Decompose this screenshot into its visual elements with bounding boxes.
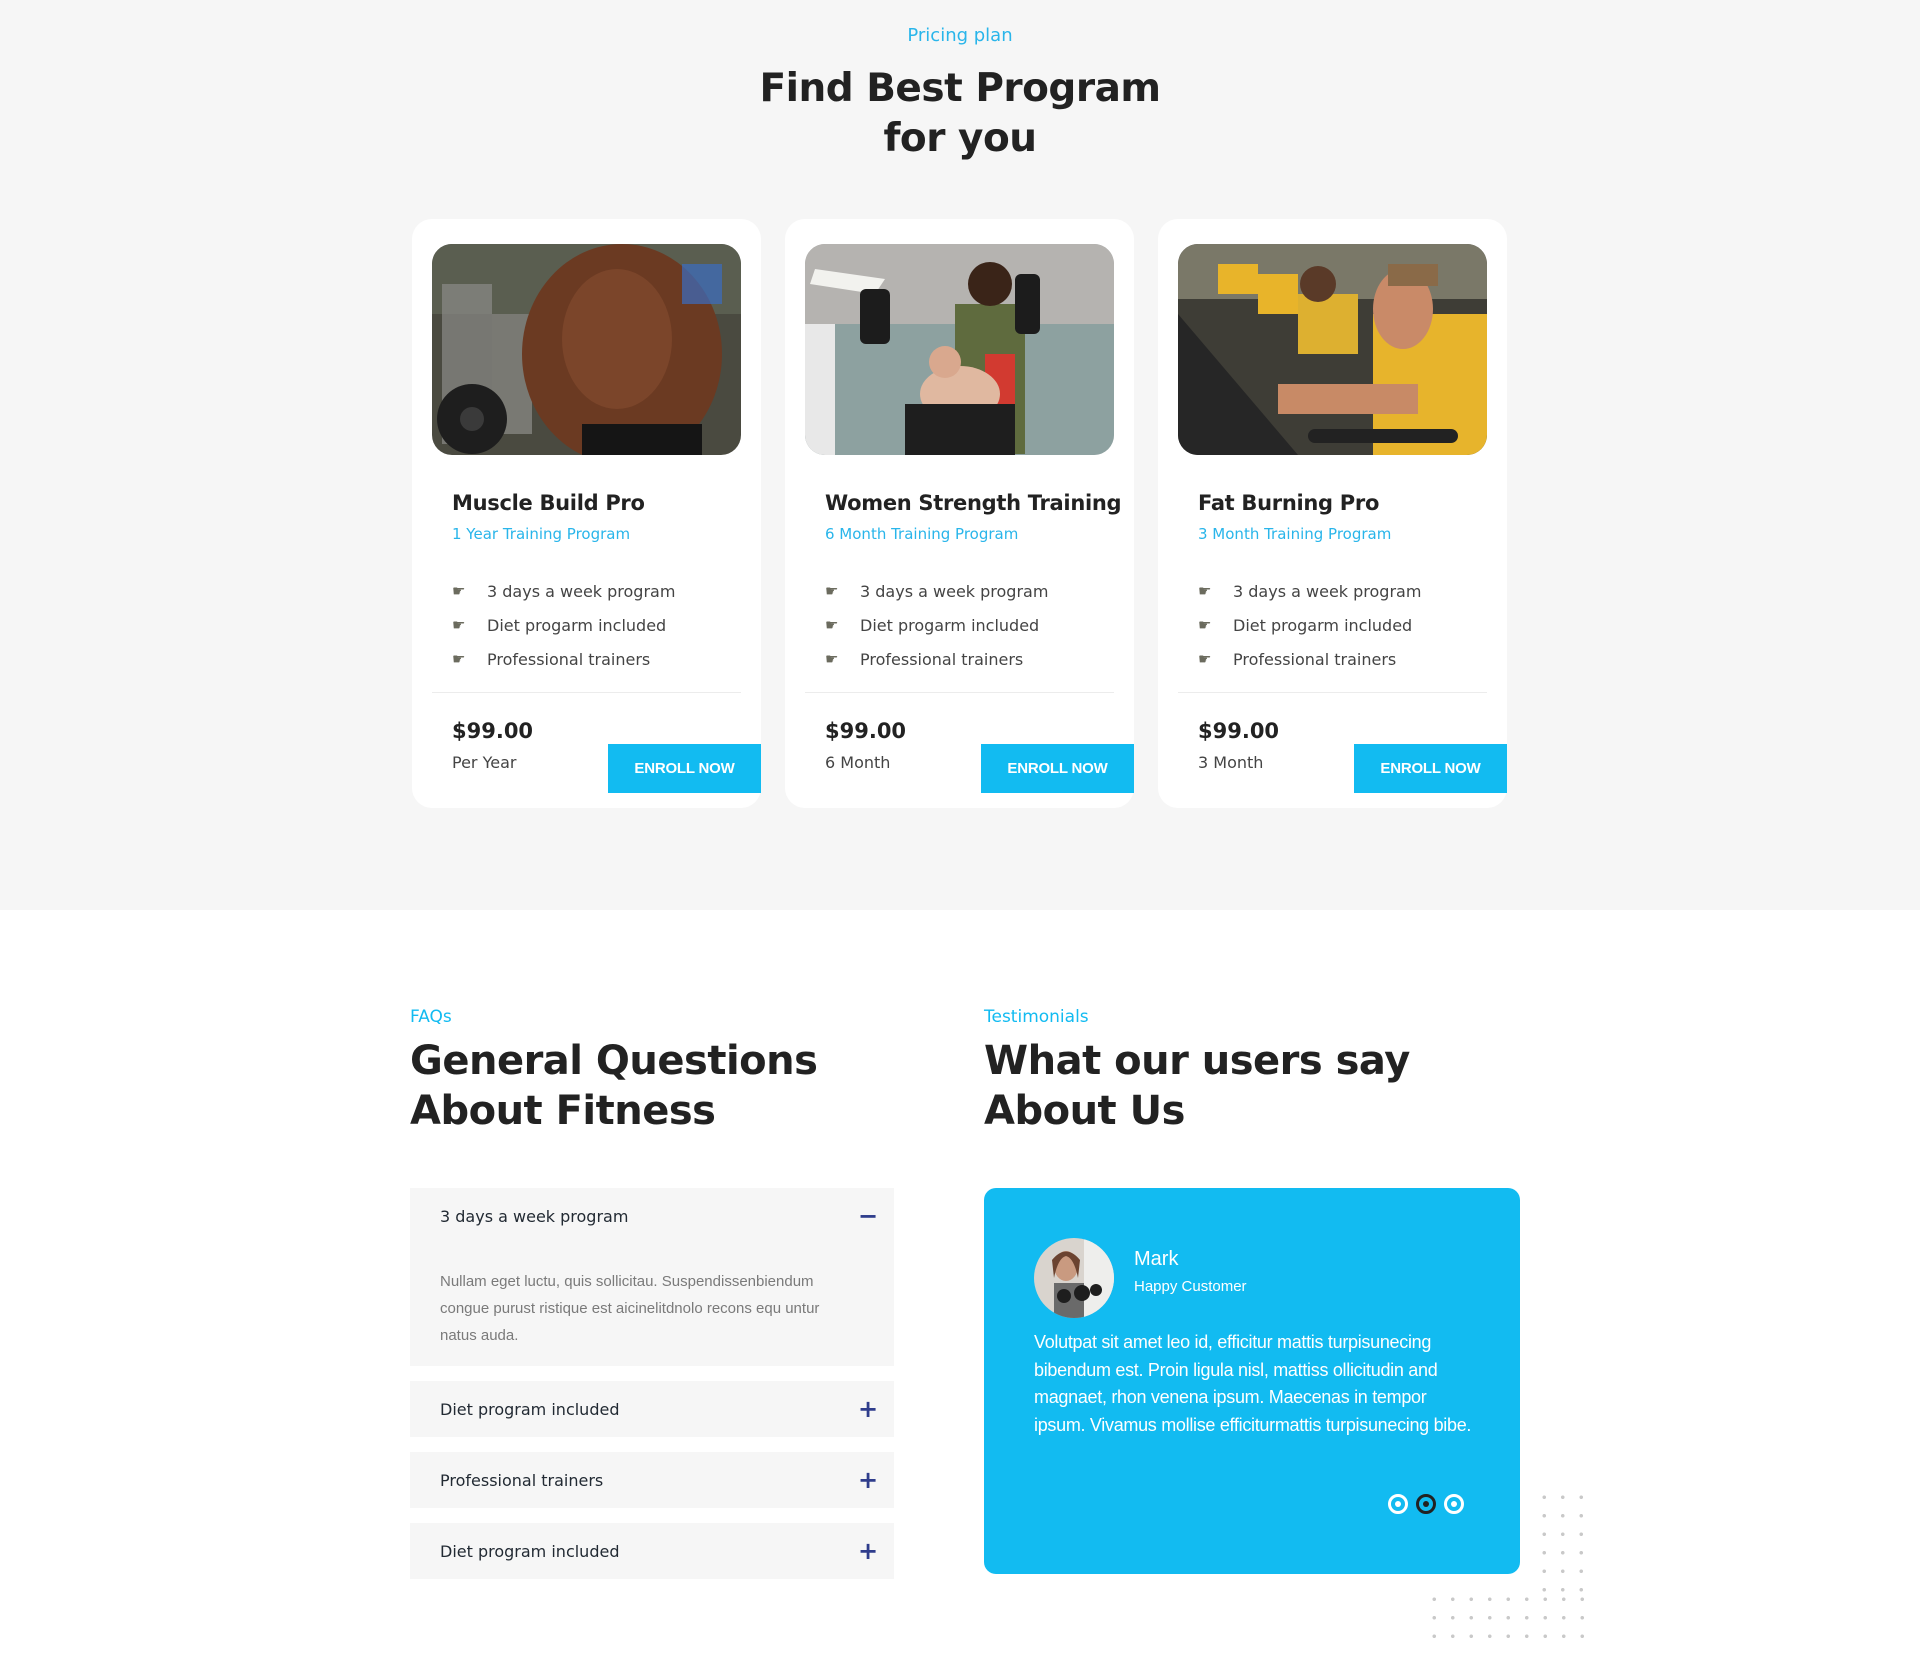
plan-image [1178, 244, 1487, 455]
pointing-hand-icon: ☛ [1198, 650, 1212, 668]
pointing-hand-icon: ☛ [452, 650, 466, 668]
faq-question[interactable]: Diet program included [440, 1381, 619, 1437]
faq-title-line-1: General Questions [410, 1038, 818, 1084]
testimonial-name: Mark [1134, 1248, 1179, 1270]
faq-question[interactable]: Professional trainers [440, 1452, 603, 1508]
pointing-hand-icon: ☛ [825, 650, 839, 668]
faq-item[interactable]: Professional trainers + [410, 1452, 894, 1508]
feature-item: ☛ 3 days a week program [825, 581, 1049, 601]
expand-plus-icon[interactable]: + [854, 1466, 882, 1494]
testimonial-role: Happy Customer [1134, 1278, 1247, 1295]
plan-period: Per Year [452, 753, 517, 772]
plan-period: 6 Month [825, 753, 891, 772]
plan-name: Fat Burning Pro [1198, 491, 1380, 515]
enroll-now-button[interactable]: ENROLL NOW [981, 744, 1134, 793]
plan-subtitle: 3 Month Training Program [1198, 525, 1392, 543]
pointing-hand-icon: ☛ [1198, 582, 1212, 600]
card-divider [805, 692, 1114, 693]
faq-item[interactable]: Diet program included + [410, 1381, 894, 1437]
testimonials-title-line-2: About Us [984, 1088, 1185, 1134]
plan-price: $99.00 [1198, 719, 1280, 743]
testimonials-title: What our users say About Us [984, 1036, 1410, 1136]
enroll-now-button[interactable]: ENROLL NOW [1354, 744, 1507, 793]
pointing-hand-icon: ☛ [452, 616, 466, 634]
slider-dot[interactable] [1444, 1494, 1464, 1514]
pricing-title-line-2: for you [883, 116, 1037, 161]
expand-plus-icon[interactable]: + [854, 1395, 882, 1423]
pricing-card: Fat Burning Pro 3 Month Training Program… [1158, 219, 1507, 808]
faq-answer: Nullam eget luctu, quis sollicitau. Susp… [440, 1273, 820, 1344]
plan-features: ☛ 3 days a week program ☛ Diet progarm inc… [825, 574, 1048, 676]
faq-eyebrow: FAQs [410, 1007, 452, 1027]
faq-title: General Questions About Fitness [410, 1036, 818, 1136]
plan-features: ☛ 3 days a week program ☛ Diet progarm inc… [452, 574, 675, 676]
pricing-card: Muscle Build Pro 1 Year Training Program… [412, 219, 761, 808]
faq-question[interactable]: 3 days a week program [440, 1188, 628, 1244]
pricing-card: Women Strength Training 6 Month Training… [785, 219, 1134, 808]
faq-title-line-2: About Fitness [410, 1088, 716, 1134]
testimonial-quote: Volutpat sit amet leo id, efficitur matt… [1034, 1332, 1472, 1435]
card-divider [1178, 692, 1487, 693]
decorative-dot-pattern [1535, 1488, 1595, 1592]
plan-image [805, 244, 1114, 455]
enroll-now-button[interactable]: ENROLL NOW [608, 744, 761, 793]
faq-item-expanded: 3 days a week program − Nullam eget luct… [410, 1188, 894, 1366]
faq-question[interactable]: Diet program included [440, 1523, 619, 1579]
feature-item: ☛ Diet progarm included [452, 615, 667, 635]
pricing-title-line-1: Find Best Program [759, 66, 1161, 111]
plan-name: Muscle Build Pro [452, 491, 645, 515]
card-divider [432, 692, 741, 693]
testimonials-eyebrow: Testimonials [984, 1007, 1089, 1027]
slider-dot-active[interactable] [1416, 1494, 1436, 1514]
avatar [1034, 1238, 1114, 1318]
plan-price: $99.00 [825, 719, 907, 743]
testimonials-title-line-1: What our users say [984, 1038, 1410, 1084]
feature-item: ☛ Professional trainers [825, 649, 1024, 669]
pointing-hand-icon: ☛ [1198, 616, 1212, 634]
feature-item: ☛ Professional trainers [1198, 649, 1397, 669]
decorative-dot-pattern [1425, 1590, 1595, 1646]
pointing-hand-icon: ☛ [825, 616, 839, 634]
pricing-eyebrow: Pricing plan [907, 25, 1013, 46]
feature-item: ☛ 3 days a week program [452, 581, 676, 601]
pointing-hand-icon: ☛ [452, 582, 466, 600]
pointing-hand-icon: ☛ [825, 582, 839, 600]
testimonial-card: Mark Happy Customer Volutpat sit amet le… [984, 1188, 1520, 1574]
feature-item: ☛ Diet progarm included [825, 615, 1040, 635]
plan-name: Women Strength Training [825, 491, 1122, 515]
slider-pagination [1388, 1494, 1464, 1514]
plan-subtitle: 6 Month Training Program [825, 525, 1019, 543]
plan-period: 3 Month [1198, 753, 1264, 772]
slider-dot[interactable] [1388, 1494, 1408, 1514]
pricing-section: Pricing plan Find Best Program for you M… [0, 0, 1920, 910]
faq-item[interactable]: Diet program included + [410, 1523, 894, 1579]
plan-subtitle: 1 Year Training Program [452, 525, 631, 543]
feature-item: ☛ Professional trainers [452, 649, 651, 669]
pricing-title: Find Best Program for you [0, 64, 1920, 164]
expand-plus-icon[interactable]: + [854, 1537, 882, 1565]
plan-image [432, 244, 741, 455]
feature-item: ☛ Diet progarm included [1198, 615, 1413, 635]
collapse-minus-icon[interactable]: − [854, 1202, 882, 1230]
plan-price: $99.00 [452, 719, 534, 743]
feature-item: ☛ 3 days a week program [1198, 581, 1422, 601]
plan-features: ☛ 3 days a week program ☛ Diet progarm inc… [1198, 574, 1421, 676]
